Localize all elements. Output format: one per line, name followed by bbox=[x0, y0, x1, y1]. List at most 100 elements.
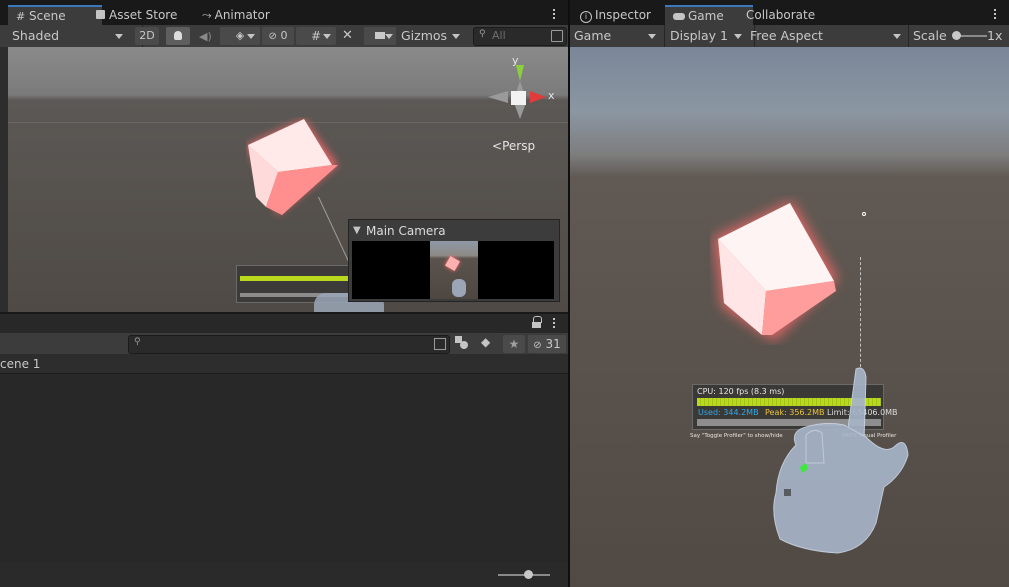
gizmo-y-label: y bbox=[512, 54, 519, 67]
hierarchy-list: cene 1 bbox=[0, 354, 568, 587]
star-icon: ★ bbox=[508, 337, 520, 351]
zoom-slider-handle[interactable] bbox=[524, 570, 533, 579]
more-icon[interactable] bbox=[553, 318, 556, 330]
tab-asset-store-label: Asset Store bbox=[109, 8, 178, 22]
target-label: Game bbox=[574, 28, 612, 43]
camera-preview-window[interactable]: ▼ Main Camera bbox=[348, 219, 560, 302]
label-tag-icon[interactable]: ◆ bbox=[481, 335, 490, 349]
lightbulb-icon bbox=[174, 31, 182, 40]
hierarchy-toolbar: ⚲ ◆ ★ ⊘ 31 bbox=[0, 333, 568, 354]
favorites-button[interactable]: ★ bbox=[503, 335, 525, 353]
scene-search-input[interactable]: ⚲ All bbox=[473, 27, 567, 46]
chevron-down-icon bbox=[734, 34, 742, 39]
audio-icon[interactable]: ◀) bbox=[199, 30, 212, 43]
camera-dropdown[interactable] bbox=[364, 27, 396, 45]
visibility-count-button[interactable]: ⊘ 31 bbox=[528, 335, 566, 353]
game-viewport[interactable]: CPU: 120 fps (8.3 ms) Used: 344.2MB Peak… bbox=[570, 47, 1009, 587]
hand-mesh bbox=[773, 367, 909, 554]
chevron-down-icon bbox=[323, 34, 331, 39]
aspect-label: Free Aspect bbox=[750, 28, 823, 43]
camera-preview-image bbox=[352, 241, 554, 299]
tab-game-label: Game bbox=[688, 9, 724, 23]
shading-mode-dropdown[interactable]: Shaded bbox=[0, 25, 143, 47]
display-label: Display 1 bbox=[670, 28, 729, 43]
lock-body-icon bbox=[532, 322, 541, 328]
camera-preview-render bbox=[430, 241, 478, 299]
search-filter-icon[interactable] bbox=[551, 30, 563, 42]
bag-icon bbox=[96, 10, 105, 19]
tab-animator-label: Animator bbox=[214, 8, 270, 22]
game-cube[interactable] bbox=[710, 195, 850, 345]
scale-value: 1x bbox=[987, 28, 1003, 43]
scene-cube[interactable] bbox=[246, 117, 346, 227]
chevron-left-icon: < bbox=[492, 139, 503, 153]
lighting-toggle[interactable] bbox=[166, 27, 190, 45]
tab-scene-label: Scene bbox=[29, 9, 66, 23]
scene-viewport[interactable]: y x <Persp ▼ Main Camera bbox=[8, 47, 568, 312]
preview-cube bbox=[444, 255, 461, 272]
tab-inspector[interactable]: i Inspector bbox=[572, 5, 659, 25]
display-dropdown[interactable]: Display 1 bbox=[662, 25, 755, 47]
scene-tab-bar: # Scene Asset Store ⤳ Animator bbox=[0, 0, 568, 27]
chevron-down-icon bbox=[648, 34, 656, 39]
tools-icon[interactable]: ✕ bbox=[342, 28, 353, 43]
grid-icon: # bbox=[16, 10, 26, 23]
search-filter-icon[interactable] bbox=[434, 338, 446, 350]
projection-toggle[interactable]: <Persp bbox=[492, 139, 535, 153]
eye-slash-icon: ⊘ bbox=[268, 31, 277, 42]
profiler-used-text: Used: 344.2MB bbox=[698, 408, 759, 417]
more-icon[interactable] bbox=[994, 9, 997, 21]
hidden-objects-toggle[interactable]: ⊘ 0 bbox=[262, 27, 294, 45]
layers-icon: ◈ bbox=[235, 29, 245, 42]
scene-left-edge bbox=[0, 47, 8, 312]
shading-mode-label: Shaded bbox=[12, 28, 60, 43]
camera-preview-header: ▼ Main Camera bbox=[349, 223, 559, 239]
chevron-down-icon bbox=[115, 34, 123, 39]
cursor-dot bbox=[862, 212, 866, 216]
hidden-count: 0 bbox=[280, 29, 288, 42]
scene-toolbar: Shaded 2D ◀) ◈ ⊘ 0 # ✕ Gizmos ⚲ All bbox=[0, 25, 568, 47]
gizmo-x-label: x bbox=[548, 89, 555, 102]
scale-slider-handle[interactable] bbox=[952, 31, 961, 40]
chevron-down-icon bbox=[385, 34, 393, 39]
hierarchy-search-input[interactable]: ⚲ bbox=[128, 335, 450, 354]
more-icon[interactable] bbox=[553, 9, 556, 21]
search-icon: ⚲ bbox=[134, 337, 141, 347]
info-icon: i bbox=[580, 11, 592, 23]
tab-collaborate-label: Collaborate bbox=[746, 8, 816, 22]
tab-animator[interactable]: ⤳ Animator bbox=[194, 5, 278, 25]
scene-profiler-cpu-bar bbox=[240, 276, 350, 281]
chevron-down-icon bbox=[893, 34, 901, 39]
camera-icon bbox=[375, 32, 385, 39]
search-icon: ⚲ bbox=[479, 29, 486, 39]
chevron-down-icon bbox=[247, 34, 255, 39]
target-dropdown[interactable]: Game bbox=[570, 25, 665, 47]
gamepad-icon bbox=[673, 13, 685, 20]
gizmos-dropdown[interactable]: Gizmos bbox=[398, 25, 469, 47]
hierarchy-footer bbox=[0, 563, 568, 587]
camera-preview-title: Main Camera bbox=[366, 224, 446, 238]
game-tab-bar: i Inspector Game Collaborate bbox=[570, 0, 1009, 27]
grid-toggle[interactable]: # bbox=[296, 27, 336, 45]
projection-label: Persp bbox=[502, 139, 536, 153]
aspect-dropdown[interactable]: Free Aspect bbox=[748, 25, 909, 47]
shapes-filter-icon[interactable] bbox=[455, 336, 469, 350]
gizmos-label: Gizmos bbox=[401, 28, 448, 43]
scene-search-placeholder: All bbox=[492, 29, 506, 42]
collapse-triangle-icon[interactable]: ▼ bbox=[353, 225, 361, 236]
animator-icon: ⤳ bbox=[202, 8, 212, 22]
tab-asset-store[interactable]: Asset Store bbox=[88, 5, 185, 25]
game-toolbar: Game Display 1 Free Aspect Scale 1x bbox=[570, 25, 1009, 47]
list-item[interactable]: cene 1 bbox=[0, 354, 568, 374]
chevron-down-icon bbox=[452, 34, 460, 39]
tab-collaborate[interactable]: Collaborate bbox=[738, 5, 823, 25]
visible-count: 31 bbox=[545, 337, 561, 351]
effects-toggle[interactable]: ◈ bbox=[220, 27, 260, 45]
scale-label: Scale bbox=[913, 28, 947, 43]
eye-slash-icon: ⊘ bbox=[533, 340, 542, 351]
tab-inspector-label: Inspector bbox=[595, 8, 651, 22]
hierarchy-header bbox=[0, 314, 568, 333]
toggle-2d-button[interactable]: 2D bbox=[135, 27, 159, 45]
scene-item-label: cene 1 bbox=[0, 357, 41, 371]
preview-hand bbox=[452, 279, 466, 297]
